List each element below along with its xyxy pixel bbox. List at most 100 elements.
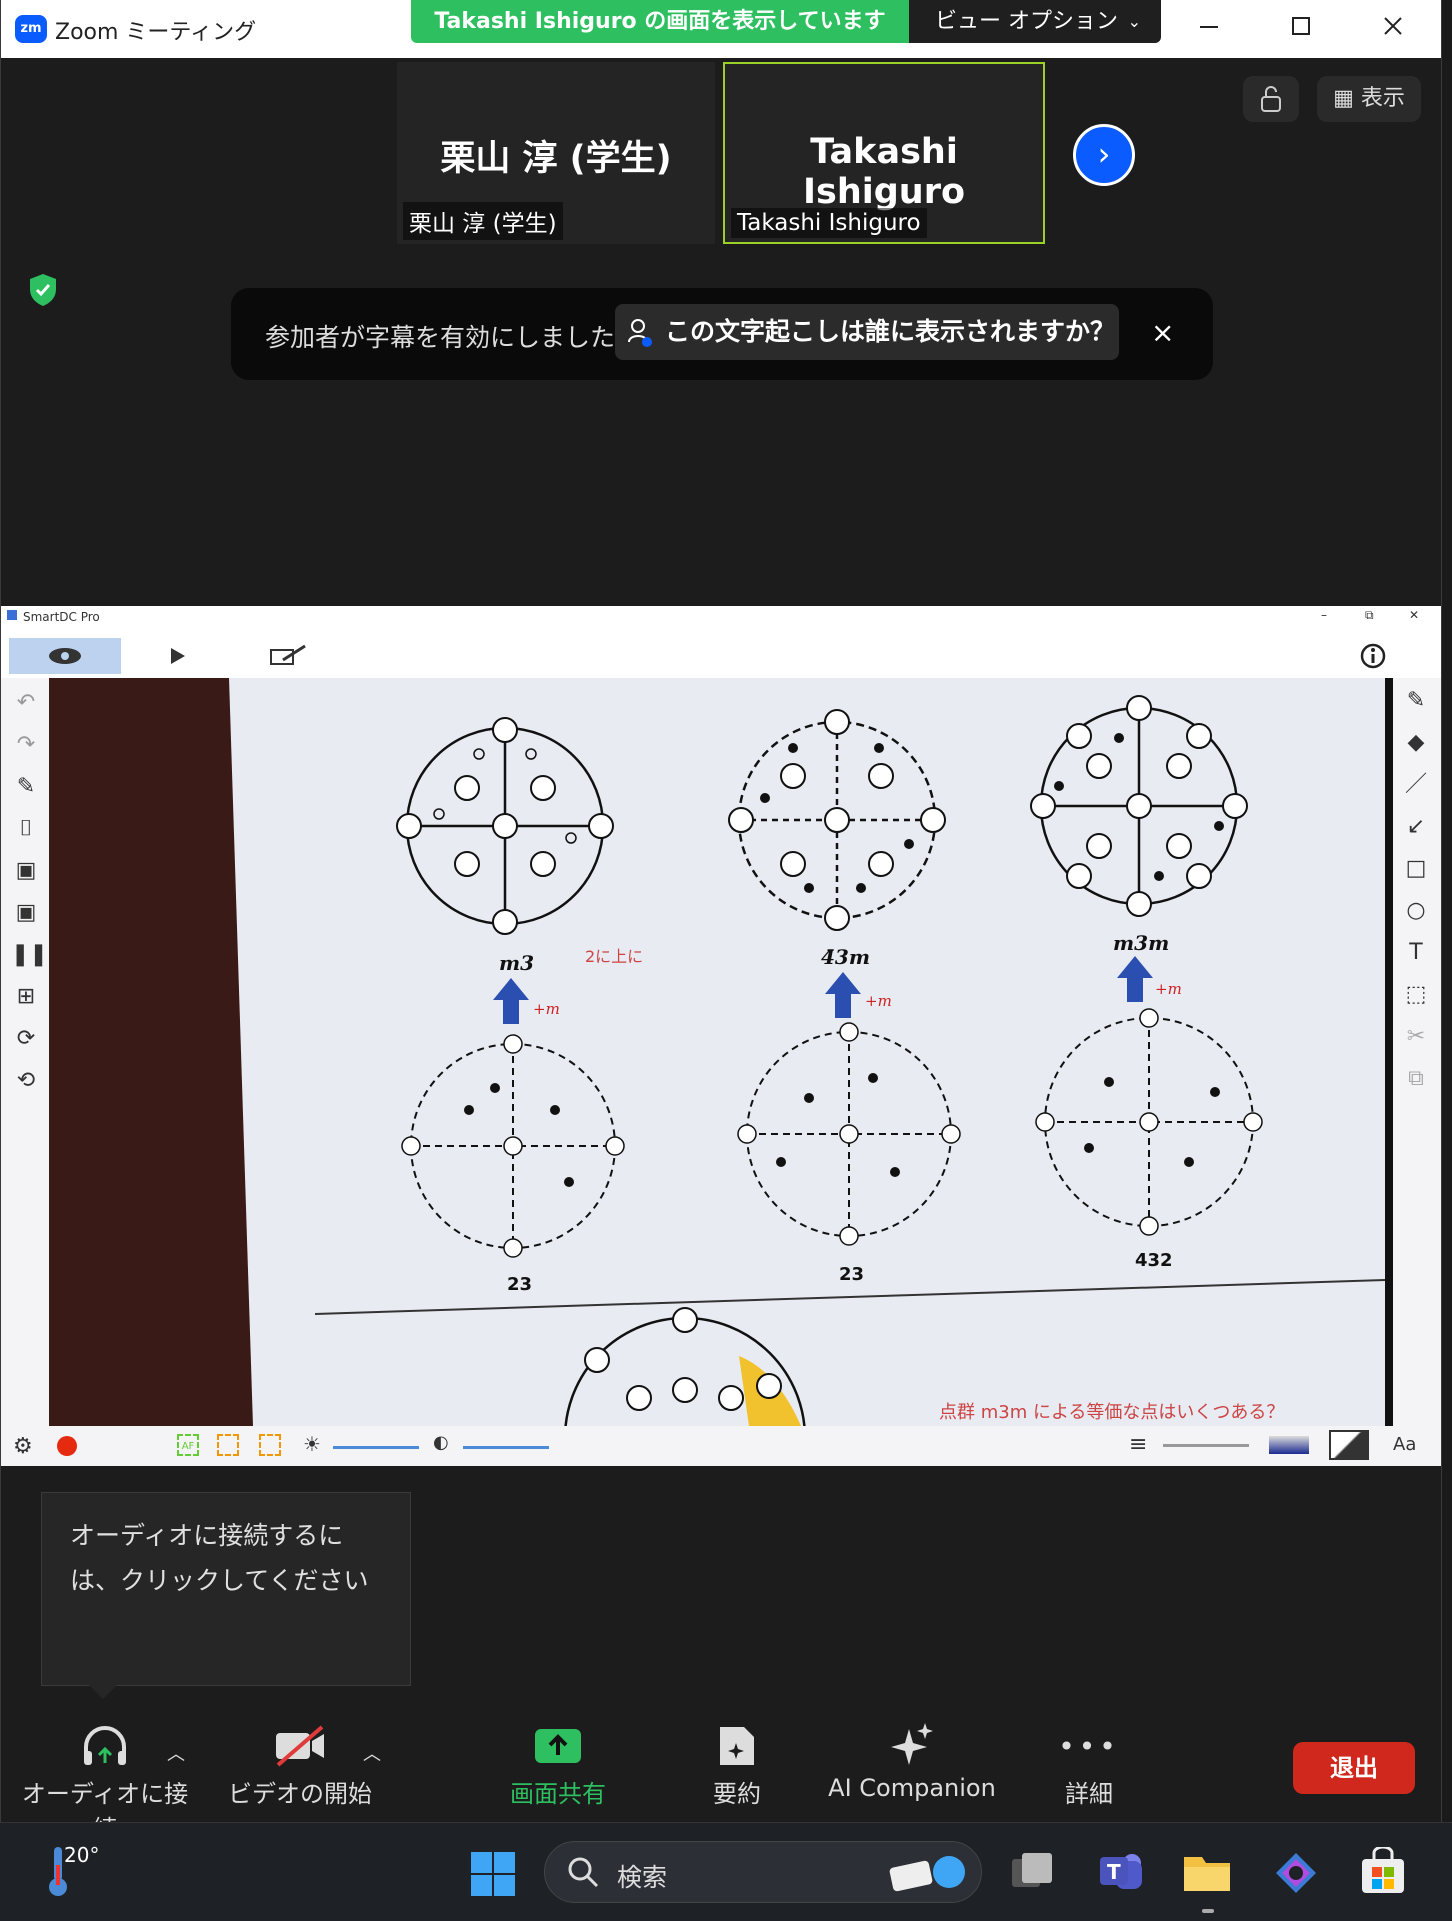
start-video-label: ビデオの開始 bbox=[228, 1780, 372, 1808]
brightness-slider bbox=[333, 1446, 419, 1449]
arrow-label: +m bbox=[1155, 980, 1182, 998]
participant-label: 栗山 淳 (学生) bbox=[403, 202, 563, 240]
rectangle-icon: □ bbox=[1405, 856, 1427, 881]
security-shield-icon[interactable] bbox=[27, 272, 59, 308]
share-screen-button[interactable]: 画面共有 bbox=[491, 1718, 625, 1809]
undo-icon: ↶ bbox=[16, 690, 36, 715]
pause-icon: ❚❚ bbox=[11, 942, 48, 967]
point-group-label: 23 bbox=[839, 1264, 864, 1285]
zoom-logo-icon: zm bbox=[15, 15, 47, 43]
annotate-icon bbox=[270, 644, 306, 665]
teams-icon[interactable]: T bbox=[1096, 1847, 1146, 1897]
shared-toolbar bbox=[1, 630, 1441, 678]
taskbar-search[interactable]: 検索 bbox=[544, 1841, 982, 1903]
shared-right-tools: ✎ ◆ ／ ↙ □ ○ T ⬚ ✂ ⧉ bbox=[1393, 678, 1441, 1426]
brightness-icon: ☀ bbox=[303, 1432, 321, 1456]
copy-icon: ⧉ bbox=[1408, 1066, 1424, 1091]
close-button[interactable] bbox=[1373, 10, 1413, 48]
text-icon: T bbox=[1409, 940, 1423, 965]
eye-icon bbox=[49, 648, 81, 664]
fill-swatch bbox=[1329, 1430, 1369, 1460]
shared-screen: SmartDC Pro – ⧉ ✕ ↶ ↷ ✎ ⌷ ▣ ▣ ❚❚ ⊞ ⟳ ⟲ m… bbox=[1, 606, 1441, 1466]
transcript-question: この文字起こしは誰に表示されますか？ bbox=[665, 317, 1116, 346]
windows-start-icon[interactable] bbox=[470, 1851, 516, 1897]
maximize-button[interactable] bbox=[1281, 10, 1321, 48]
arrow-label: +m bbox=[533, 1000, 560, 1018]
camera-icon: ⌷ bbox=[19, 816, 33, 841]
grid-icon: ⊞ bbox=[16, 984, 36, 1009]
chevron-up-icon[interactable]: ︿ bbox=[363, 1740, 381, 1766]
minimize-button[interactable] bbox=[1189, 10, 1229, 48]
more-button[interactable]: ••• 詳細 bbox=[1039, 1718, 1139, 1809]
search-icon bbox=[568, 1857, 599, 1888]
person-icon bbox=[627, 304, 653, 380]
window-title: Zoom ミーティング bbox=[55, 20, 257, 45]
close-icon[interactable]: × bbox=[1151, 316, 1174, 349]
eye-tab bbox=[9, 638, 121, 674]
rotate-icon: ⟲ bbox=[16, 1068, 36, 1093]
play-icon bbox=[171, 648, 185, 664]
arrow-icon: ↙ bbox=[1406, 814, 1426, 839]
shared-close-icon: ✕ bbox=[1409, 608, 1420, 622]
shared-app-title: SmartDC Pro bbox=[23, 610, 100, 624]
app-icon bbox=[7, 610, 17, 620]
summary-icon bbox=[677, 1718, 797, 1774]
gear-icon: ⚙ bbox=[13, 1434, 33, 1459]
task-view-icon[interactable] bbox=[1008, 1849, 1056, 1897]
view-options-button[interactable]: ビュー オプション ⌄ bbox=[909, 0, 1161, 43]
screen-share-banner: Takashi Ishiguro の画面を表示しています bbox=[411, 0, 909, 43]
cut-icon: ✂ bbox=[1406, 1024, 1426, 1049]
zoom-in-icon bbox=[259, 1434, 281, 1456]
more-label: 詳細 bbox=[1065, 1780, 1113, 1808]
copilot-icon[interactable] bbox=[1272, 1849, 1320, 1897]
view-button[interactable]: ▦ 表示 bbox=[1317, 76, 1421, 122]
summary-button[interactable]: 要約 bbox=[677, 1718, 797, 1809]
line-width-icon: ≡ bbox=[1129, 1432, 1148, 1457]
tooltip-arrow bbox=[89, 1685, 117, 1699]
point-group-label: m3 bbox=[499, 951, 534, 975]
sparkle-icon bbox=[827, 1718, 997, 1774]
view-label: 表示 bbox=[1360, 86, 1405, 111]
shared-minimize-icon: – bbox=[1321, 608, 1327, 622]
image-icon: ▣ bbox=[15, 900, 37, 925]
chevron-up-icon[interactable]: ︿ bbox=[167, 1740, 185, 1766]
svg-text:T: T bbox=[1107, 1860, 1121, 1884]
pen-icon: ✎ bbox=[1406, 688, 1426, 713]
point-group-label: 432 bbox=[1135, 1250, 1173, 1271]
file-explorer-icon[interactable] bbox=[1182, 1849, 1232, 1895]
transcript-visibility-link[interactable]: この文字起こしは誰に表示されますか？ bbox=[615, 304, 1119, 360]
next-page-button[interactable]: › bbox=[1073, 124, 1135, 186]
autofocus-icon: AF bbox=[177, 1434, 199, 1456]
active-app-indicator bbox=[1202, 1909, 1214, 1913]
shared-left-tools: ↶ ↷ ✎ ⌷ ▣ ▣ ❚❚ ⊞ ⟳ ⟲ bbox=[1, 678, 49, 1426]
participant-tile[interactable]: 栗山 淳 (学生) 栗山 淳 (学生) bbox=[397, 62, 715, 244]
search-placeholder: 検索 bbox=[617, 1863, 668, 1892]
participant-tile-active-speaker[interactable]: Takashi Ishiguro Takashi Ishiguro bbox=[723, 62, 1045, 244]
leave-meeting-button[interactable]: 退出 bbox=[1293, 1742, 1415, 1794]
shared-app-titlebar: SmartDC Pro – ⧉ ✕ bbox=[1, 606, 1441, 630]
contrast-icon: ◐ bbox=[433, 1432, 449, 1453]
weather-temperature[interactable]: 20° bbox=[64, 1843, 99, 1867]
summary-label: 要約 bbox=[713, 1780, 761, 1808]
lock-icon bbox=[1261, 86, 1281, 112]
minimize-icon bbox=[1200, 26, 1218, 28]
grid-icon: ▦ bbox=[1333, 86, 1354, 111]
document-camera-view: m3 4̄3m m3m 2に上に +m +m +m 23 23 432 点群 m… bbox=[49, 678, 1393, 1426]
caption-notification: 参加者が字幕を有効にしました この文字起こしは誰に表示されますか？ × bbox=[231, 288, 1213, 380]
document-question-text: 点群 m3m による等価な点はいくつある？ bbox=[939, 1402, 1284, 1423]
rotate-icon: ⟳ bbox=[16, 1026, 36, 1051]
point-group-label: 4̄3m bbox=[821, 945, 870, 969]
title-bar: zm Zoom ミーティング Takashi Ishiguro の画面を表示して… bbox=[1, 0, 1441, 58]
participant-display-name: 栗山 淳 (学生) bbox=[440, 139, 672, 179]
audio-connect-tooltip[interactable]: オーディオに接続するには、クリックしてください bbox=[41, 1492, 411, 1686]
info-icon bbox=[1360, 643, 1386, 669]
shared-bottom-bar: ⚙ AF ☀ ◐ ≡ Aa bbox=[1, 1426, 1441, 1466]
start-video-button[interactable]: ビデオの開始 bbox=[225, 1718, 375, 1809]
edit-icon: ✎ bbox=[16, 774, 36, 799]
ai-companion-label: AI Companion bbox=[828, 1774, 996, 1802]
immersive-button[interactable] bbox=[1243, 76, 1299, 122]
microsoft-store-icon[interactable] bbox=[1358, 1847, 1408, 1897]
ai-companion-button[interactable]: AI Companion bbox=[827, 1718, 997, 1802]
video-off-icon bbox=[225, 1718, 375, 1774]
participant-label: Takashi Ishiguro bbox=[731, 208, 927, 238]
